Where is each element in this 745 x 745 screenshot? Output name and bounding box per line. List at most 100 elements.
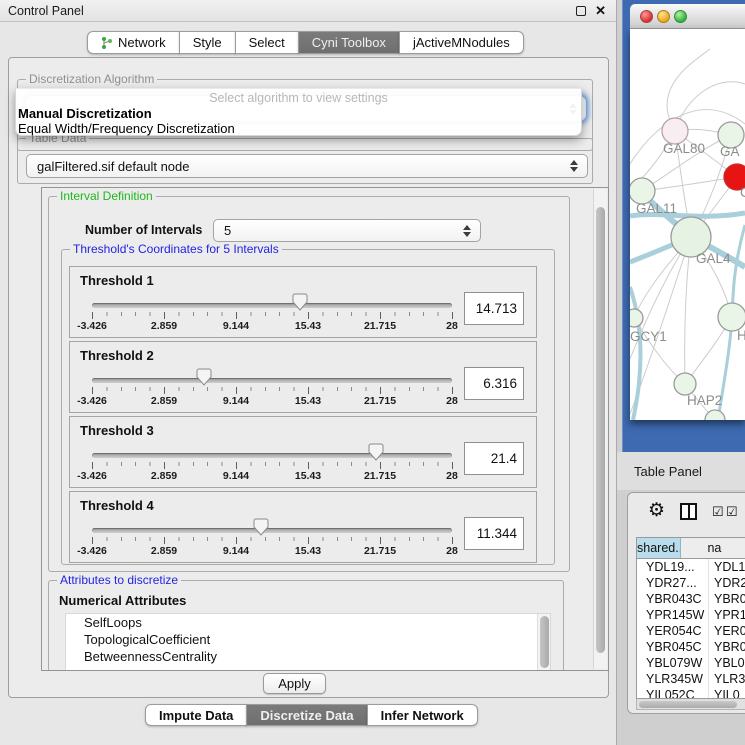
tab-infer-network[interactable]: Infer Network bbox=[367, 704, 478, 726]
network-canvas[interactable]: GAL80GACGAL11GAL4GCY1HHAP2 bbox=[630, 29, 745, 420]
attribute-item[interactable]: BetweennessCentrality bbox=[66, 648, 550, 665]
tab-discretize-data[interactable]: Discretize Data bbox=[246, 704, 367, 726]
network-node[interactable] bbox=[630, 309, 643, 327]
cell-shared-name[interactable]: YER054C bbox=[637, 623, 709, 639]
slider-thumb[interactable] bbox=[368, 443, 384, 461]
slider-track[interactable] bbox=[92, 528, 452, 533]
cell-name[interactable]: YBR0 bbox=[709, 639, 745, 655]
tab-select-label: Select bbox=[249, 35, 285, 50]
numerical-attributes-list[interactable]: SelfLoopsTopologicalCoefficientBetweenne… bbox=[65, 613, 551, 671]
slider-thumb[interactable] bbox=[253, 518, 269, 536]
network-icon bbox=[101, 36, 113, 50]
cell-shared-name[interactable]: YDR27... bbox=[637, 575, 709, 591]
table-data-group: Table Data galFiltered.sif default node bbox=[17, 138, 593, 184]
tick-label: 28 bbox=[446, 545, 458, 557]
checkbox-icon[interactable]: ☑ bbox=[712, 504, 724, 520]
cell-name[interactable]: YDR2 bbox=[709, 575, 745, 591]
cell-shared-name[interactable]: YDL19... bbox=[637, 559, 709, 575]
cell-name[interactable]: YDL1 bbox=[709, 559, 745, 575]
panel-scrollbar[interactable] bbox=[593, 189, 607, 669]
node-attribute-table: shared... na YDL19...YDL1YDR27...YDR2YBR… bbox=[636, 537, 745, 699]
network-node[interactable] bbox=[718, 303, 745, 331]
cell-name[interactable]: YIL0 bbox=[709, 687, 745, 699]
attribute-item[interactable]: TopologicalCoefficient bbox=[66, 631, 550, 648]
network-window-titlebar[interactable] bbox=[630, 4, 745, 29]
split-columns-icon[interactable] bbox=[680, 503, 697, 520]
cell-shared-name[interactable]: YPR145W bbox=[637, 607, 709, 623]
table-row[interactable]: YBR043CYBR0 bbox=[637, 591, 745, 607]
threshold-panel: Threshold 1 -3.4262.8599.14415.4321.7152… bbox=[69, 266, 537, 338]
threshold-slider[interactable]: -3.4262.8599.14415.4321.71528 bbox=[92, 417, 452, 489]
numerical-attributes-label: Numerical Attributes bbox=[59, 593, 186, 608]
zoom-traffic-light[interactable] bbox=[674, 10, 687, 23]
slider-track[interactable] bbox=[92, 378, 452, 383]
table-row[interactable]: YPR145WYPR1 bbox=[637, 607, 745, 623]
top-tab-bar: Network Style Select Cyni Toolbox jActiv… bbox=[87, 31, 524, 54]
cell-shared-name[interactable]: YLR345W bbox=[637, 671, 709, 687]
table-data-combobox[interactable]: galFiltered.sif default node bbox=[26, 154, 588, 178]
column-header-name[interactable]: na bbox=[681, 538, 745, 558]
threshold-value-input[interactable]: 11.344 bbox=[464, 517, 524, 550]
cell-shared-name[interactable]: YBR043C bbox=[637, 591, 709, 607]
gear-icon[interactable]: ⚙ bbox=[648, 499, 665, 522]
table-row[interactable]: YBR045CYBR0 bbox=[637, 639, 745, 655]
threshold-value-input[interactable]: 21.4 bbox=[464, 442, 524, 475]
column-header-shared-name[interactable]: shared... bbox=[637, 538, 681, 558]
float-window-icon[interactable] bbox=[576, 6, 586, 16]
threshold-slider[interactable]: -3.4262.8599.14415.4321.71528 bbox=[92, 492, 452, 564]
tab-style[interactable]: Style bbox=[179, 31, 236, 54]
cell-shared-name[interactable]: YBL079W bbox=[637, 655, 709, 671]
slider-thumb[interactable] bbox=[292, 293, 308, 311]
table-row[interactable]: YDL19...YDL1 bbox=[637, 559, 745, 575]
tab-cyni-toolbox[interactable]: Cyni Toolbox bbox=[298, 31, 400, 54]
tab-impute-data[interactable]: Impute Data bbox=[145, 704, 247, 726]
cell-name[interactable]: YLR3 bbox=[709, 671, 745, 687]
threshold-slider[interactable]: -3.4262.8599.14415.4321.71528 bbox=[92, 267, 452, 339]
number-of-intervals-combobox[interactable]: 5 bbox=[213, 219, 481, 242]
dropdown-option-manual[interactable]: Manual Discretization bbox=[18, 106, 152, 121]
slider-track[interactable] bbox=[92, 303, 452, 308]
table-row[interactable]: YER054CYER0 bbox=[637, 623, 745, 639]
tab-jactivemnodules[interactable]: jActiveMNodules bbox=[399, 31, 524, 54]
network-node[interactable] bbox=[674, 373, 696, 395]
list-scrollbar-thumb[interactable] bbox=[540, 616, 549, 668]
slider-thumb[interactable] bbox=[196, 368, 212, 386]
close-traffic-light[interactable] bbox=[640, 10, 653, 23]
tab-network-label: Network bbox=[118, 35, 166, 50]
threshold-panel: Threshold 2 -3.4262.8599.14415.4321.7152… bbox=[69, 341, 537, 413]
network-node-label: GAL4 bbox=[696, 251, 731, 266]
cell-name[interactable]: YBL0 bbox=[709, 655, 745, 671]
panel-scrollbar-thumb[interactable] bbox=[596, 207, 605, 653]
tab-select[interactable]: Select bbox=[235, 31, 299, 54]
tab-impute-data-label: Impute Data bbox=[159, 708, 233, 723]
checkbox-icon[interactable]: ☑ bbox=[726, 504, 738, 520]
cell-shared-name[interactable]: YIL052C bbox=[637, 687, 709, 699]
apply-button[interactable]: Apply bbox=[263, 673, 326, 694]
table-row[interactable]: YBL079WYBL0 bbox=[637, 655, 745, 671]
table-row[interactable]: YLR345WYLR3 bbox=[637, 671, 745, 687]
attribute-item[interactable]: SelfLoops bbox=[66, 614, 550, 631]
tick-label: -3.426 bbox=[77, 470, 107, 482]
table-row[interactable]: YDR27...YDR2 bbox=[637, 575, 745, 591]
cell-name[interactable]: YBR0 bbox=[709, 591, 745, 607]
table-horizontal-scrollbar[interactable] bbox=[636, 699, 745, 710]
tick-label: 28 bbox=[446, 470, 458, 482]
dropdown-option-equal-width[interactable]: Equal Width/Frequency Discretization bbox=[18, 121, 235, 136]
control-panel: Control Panel ✕ Network Style Select Cyn… bbox=[0, 0, 617, 745]
slider-track[interactable] bbox=[92, 453, 452, 458]
table-row[interactable]: YIL052CYIL0 bbox=[637, 687, 745, 699]
cell-name[interactable]: YER0 bbox=[709, 623, 745, 639]
threshold-slider[interactable]: -3.4262.8599.14415.4321.71528 bbox=[92, 342, 452, 414]
control-panel-titlebar: Control Panel ✕ bbox=[0, 0, 616, 22]
table-horizontal-scrollbar-thumb[interactable] bbox=[639, 701, 737, 708]
threshold-value-input[interactable]: 6.316 bbox=[464, 367, 524, 400]
cell-name[interactable]: YPR1 bbox=[709, 607, 745, 623]
list-scrollbar[interactable] bbox=[537, 614, 550, 671]
minimize-traffic-light[interactable] bbox=[657, 10, 670, 23]
threshold-value-input[interactable]: 14.713 bbox=[464, 292, 524, 325]
close-icon[interactable]: ✕ bbox=[595, 0, 606, 22]
tick-label: 2.859 bbox=[151, 320, 177, 332]
tab-network[interactable]: Network bbox=[87, 31, 180, 54]
cell-shared-name[interactable]: YBR045C bbox=[637, 639, 709, 655]
slider-scale-labels: -3.4262.8599.14415.4321.71528 bbox=[92, 395, 452, 409]
